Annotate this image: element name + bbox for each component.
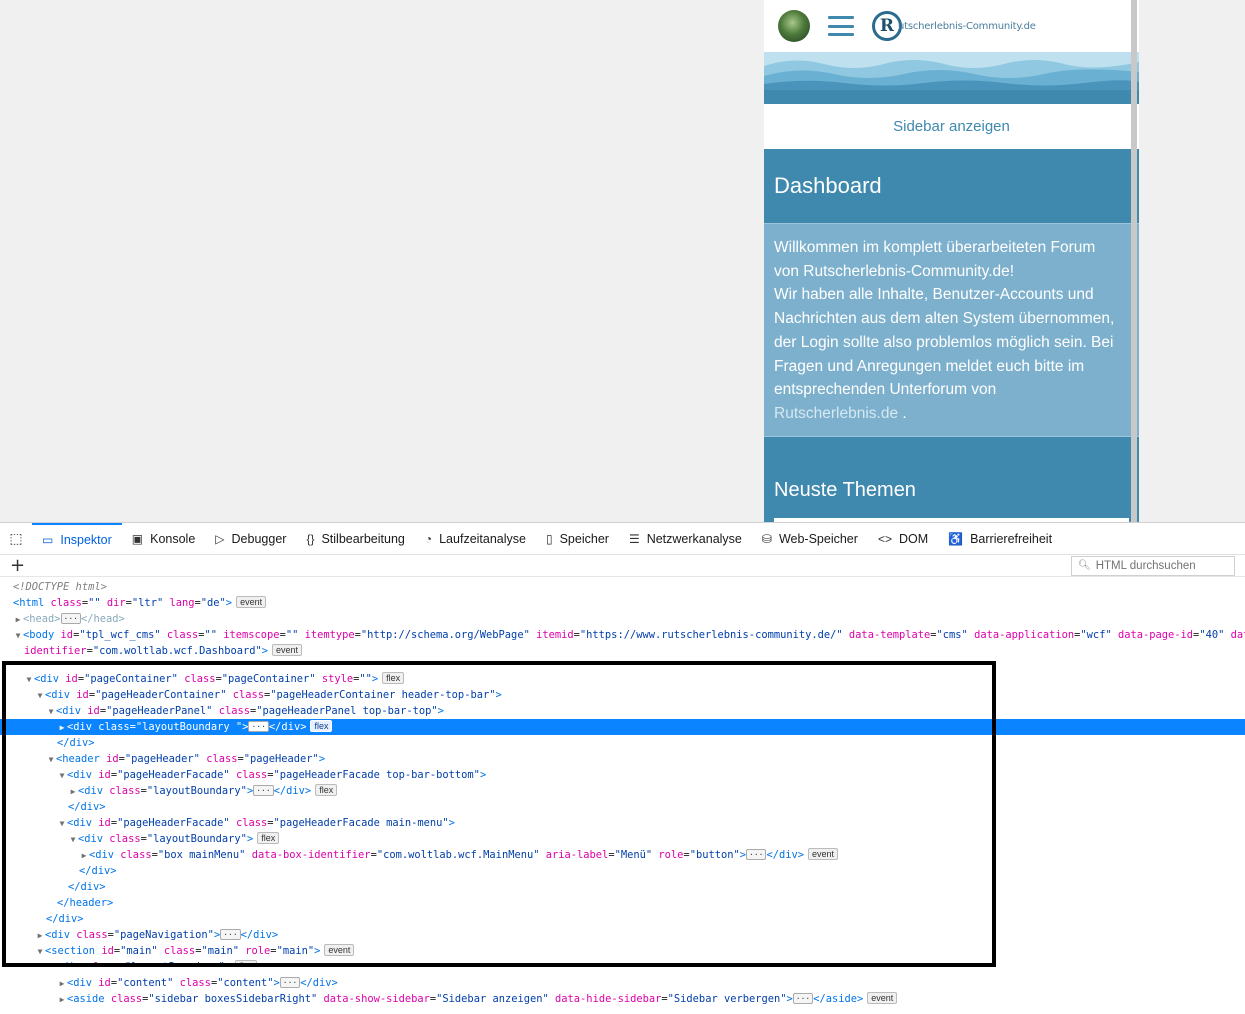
responsive-page: R utscherlebnis-Community.de Sidebar anz…: [764, 0, 1139, 522]
tab-label: Laufzeitanalyse: [439, 531, 526, 546]
tree-node-body[interactable]: ▼ <body id="tpl_wcf_cms" class="" itemsco…: [0, 627, 1245, 643]
welcome-box: Willkommen im komplett überarbeiteten Fo…: [764, 223, 1139, 437]
site-logo[interactable]: R utscherlebnis-Community.de: [872, 11, 1036, 41]
tab-inspektor[interactable]: ▭ Inspektor: [32, 522, 122, 555]
welcome-line: von Rutscherlebnis-Community.de!: [774, 262, 1015, 280]
event-badge[interactable]: event: [808, 848, 839, 860]
tree-node-close-header[interactable]: </header>: [0, 895, 1245, 911]
search-icon: 🔍︎: [1078, 560, 1091, 571]
welcome-line: der Login sollte also problemlos möglich…: [774, 333, 1114, 351]
header-waves: [764, 52, 1139, 104]
memory-icon: ▯: [545, 531, 553, 546]
add-node-icon[interactable]: +: [10, 556, 25, 575]
tree-node-content[interactable]: ▶ <div id="content" class="content"> ··· </…: [0, 975, 1245, 991]
tab-speicher[interactable]: ▯ Speicher: [536, 523, 619, 555]
tab-dom[interactable]: <> DOM: [868, 523, 938, 555]
tree-node-body-cont[interactable]: identifier="com.woltlab.wcf.Dashboard"> e…: [0, 643, 1245, 659]
forum-link[interactable]: Rutscherlebnis.de: [774, 405, 898, 422]
style-editor-icon: {}: [306, 531, 315, 546]
tree-node-close-div[interactable]: </div>: [0, 911, 1245, 927]
network-icon: ☰: [628, 531, 640, 546]
dom-icon: <>: [877, 531, 892, 546]
tab-debugger[interactable]: ▷ Debugger: [205, 523, 296, 555]
page-viewport: R utscherlebnis-Community.de Sidebar anz…: [0, 0, 1245, 522]
accessibility-icon: ♿: [948, 531, 964, 546]
tree-node-header[interactable]: ▼ <header id="pageHeader" class="pageHead…: [0, 751, 1245, 767]
welcome-line: Willkommen im komplett überarbeiteten Fo…: [774, 239, 1096, 256]
flex-badge[interactable]: flex: [310, 720, 333, 732]
tree-node-header-facade[interactable]: ▼ <div id="pageHeaderFacade" class="pageH…: [0, 767, 1245, 783]
welcome-tail: .: [898, 404, 907, 422]
logo-text: utscherlebnis-Community.de: [898, 20, 1036, 32]
tree-node-main-section[interactable]: ▼ <section id="main" class="main" role="m…: [0, 943, 1245, 959]
search-placeholder: HTML durchsuchen: [1095, 559, 1196, 572]
tree-node-page-navigation[interactable]: ▶ <div class="pageNavigation"> ··· </div>: [0, 927, 1245, 943]
tab-label: Web-Speicher: [778, 531, 858, 546]
tree-node-layout-boundary[interactable]: ▼<div class="layoutBoundary">flex: [0, 831, 1245, 847]
waves-graphic: [764, 52, 1139, 104]
tree-node-header-panel[interactable]: ▼ <div id="pageHeaderPanel" class="pageHe…: [0, 703, 1245, 719]
event-badge[interactable]: event: [867, 992, 898, 1004]
tree-node-header-facade-menu[interactable]: ▼ <div id="pageHeaderFacade" class="pageH…: [0, 815, 1245, 831]
page-scrollbar[interactable]: [1131, 0, 1137, 522]
tree-node-close-div[interactable]: </div>: [0, 879, 1245, 895]
tree-node-aside-sidebar[interactable]: ▶ <aside class="sidebar boxesSidebarRight…: [0, 991, 1245, 1007]
section-title: Neuste Themen: [764, 436, 1139, 522]
hamburger-menu-icon[interactable]: [828, 16, 854, 36]
tab-label: Speicher: [559, 531, 609, 546]
tab-stilbearbeitung[interactable]: {} Stilbearbeitung: [296, 523, 414, 555]
element-picker-icon[interactable]: ⬚: [0, 523, 32, 555]
flex-badge[interactable]: flex: [382, 672, 405, 684]
tree-node-doctype[interactable]: <!DOCTYPE html>: [0, 579, 1245, 595]
inspector-toolbar: + 🔍︎ HTML durchsuchen: [0, 555, 1245, 577]
devtools-tabbar: ⬚ ▭ Inspektor ▣ Konsole ▷ Debugger {} Stilbe…: [0, 522, 1245, 555]
debugger-icon: ▷: [215, 531, 225, 546]
tree-node-close-div[interactable]: </div>: [0, 735, 1245, 751]
tree-node-page-container[interactable]: ▼ <div id="pageContainer" class="pageCont…: [0, 671, 1245, 687]
tab-web-speicher[interactable]: ⛁ Web-Speicher: [752, 523, 868, 555]
tab-label: DOM: [898, 531, 929, 546]
flex-badge[interactable]: flex: [235, 960, 258, 966]
tree-node-selected-layout-boundary[interactable]: ▶ <div class="layoutBoundary "> ··· </div> f…: [0, 719, 1245, 735]
tab-label: Inspektor: [60, 532, 112, 547]
page-header-top-bar: R utscherlebnis-Community.de: [764, 0, 1139, 52]
tab-label: Barrierefreiheit: [970, 531, 1053, 546]
devtools-panel: ⬚ ▭ Inspektor ▣ Konsole ▷ Debugger {} Stilbe…: [0, 522, 1245, 1014]
tab-label: Debugger: [231, 531, 287, 546]
welcome-line: entsprechenden Unterforum von: [774, 381, 997, 399]
inspector-icon: ▭: [42, 532, 54, 547]
flex-badge[interactable]: flex: [315, 784, 338, 796]
tree-node-header-container[interactable]: ▼ <div id="pageHeaderContainer" class="pa…: [0, 687, 1245, 703]
welcome-line-last: Rutscherlebnis.de .: [774, 402, 1131, 426]
tab-label: Stilbearbeitung: [321, 531, 405, 546]
flex-badge[interactable]: flex: [257, 832, 280, 844]
tab-label: Konsole: [150, 531, 196, 546]
event-badge[interactable]: event: [324, 944, 355, 956]
welcome-line: Nachrichten aus dem alten System übernom…: [774, 310, 1115, 328]
tree-node-close-div[interactable]: </div>: [0, 799, 1245, 815]
tree-node-head[interactable]: ▶ <head> ··· </head>: [0, 611, 1245, 627]
tab-laufzeitanalyse[interactable]: ◔ Laufzeitanalyse: [415, 523, 536, 555]
tab-netzwerkanalyse[interactable]: ☰ Netzwerkanalyse: [619, 523, 752, 555]
welcome-line: Fragen und Anregungen meldet euch bitte …: [774, 357, 1085, 375]
tree-node-top[interactable]: <a id="top"></a>: [0, 659, 1245, 665]
tab-barrierefreiheit[interactable]: ♿ Barrierefreiheit: [938, 523, 1062, 555]
welcome-line: Wir haben alle Inhalte, Benutzer-Account…: [774, 286, 1094, 304]
tab-konsole[interactable]: ▣ Konsole: [122, 523, 206, 555]
event-badge[interactable]: event: [236, 596, 267, 608]
console-icon: ▣: [131, 531, 144, 546]
performance-icon: ◔: [424, 531, 433, 546]
tree-node-html[interactable]: <html class="" dir="ltr" lang="de"> event: [0, 595, 1245, 611]
tree-node-layout-boundary[interactable]: ▼<div class="layoutBoundary">flex: [0, 959, 1245, 966]
tree-node-main-menu[interactable]: ▶ <div class="box mainMenu" data-box-iden…: [0, 847, 1245, 863]
storage-icon: ⛁: [761, 531, 772, 546]
tree-node-close-div[interactable]: </div>: [0, 863, 1245, 879]
html-search-input[interactable]: 🔍︎ HTML durchsuchen: [1071, 555, 1235, 576]
event-badge[interactable]: event: [272, 644, 303, 656]
tab-label: Netzwerkanalyse: [646, 531, 742, 546]
page-title: Dashboard: [764, 149, 1139, 223]
sidebar-toggle-button[interactable]: Sidebar anzeigen: [764, 104, 1139, 149]
user-avatar[interactable]: [778, 10, 810, 42]
tree-node-layout-boundary[interactable]: ▶ <div class="layoutBoundary"> ··· </div> fl…: [0, 783, 1245, 799]
